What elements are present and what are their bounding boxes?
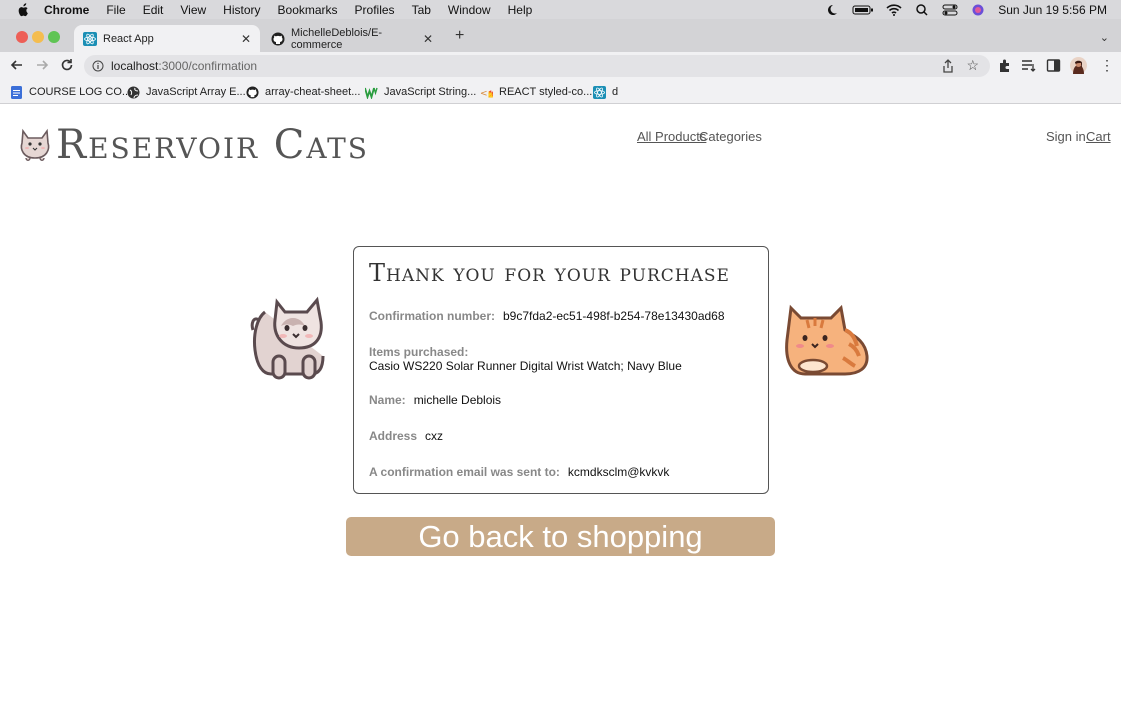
menu-tab[interactable]: Tab — [412, 3, 431, 17]
new-tab-button[interactable]: + — [455, 27, 464, 45]
bookmark-course-log[interactable]: COURSE LOG CO... — [10, 84, 131, 100]
standing-cat-illustration — [250, 296, 325, 380]
menu-history[interactable]: History — [223, 3, 260, 17]
menu-edit[interactable]: Edit — [143, 3, 164, 17]
w3-icon — [365, 87, 378, 99]
side-panel-icon[interactable] — [1046, 58, 1061, 73]
bookmark-label: JavaScript Array E... — [146, 86, 246, 98]
bookmark-label: JavaScript String... — [384, 86, 477, 98]
confirmation-number-label: Confirmation number: — [369, 309, 495, 323]
battery-icon[interactable] — [852, 4, 874, 16]
back-arrow-icon[interactable] — [10, 58, 24, 72]
tab-strip: React App ✕ MichelleDeblois/E-commerce ✕… — [0, 19, 1121, 52]
info-icon[interactable] — [92, 60, 104, 72]
bookmark-js-string[interactable]: JavaScript String... — [365, 84, 476, 100]
items-purchased-label: Items purchased: — [369, 345, 469, 359]
email-row: A confirmation email was sent to: kcmdksc… — [369, 465, 669, 479]
zoom-window-button[interactable] — [48, 31, 60, 43]
styled-icon: <💅 — [480, 88, 493, 99]
nav-sign-in[interactable]: Sign in — [1046, 129, 1086, 144]
moon-icon[interactable] — [824, 4, 840, 16]
nav-cart[interactable]: Cart — [1086, 129, 1111, 144]
github-icon — [246, 85, 259, 99]
confirmation-card: Thank you for your purchase Confirmation… — [353, 246, 769, 494]
confirmation-number-value: b9c7fda2-ec51-498f-b254-78e13430ad68 — [503, 309, 725, 323]
items-purchased-row: Items purchased: Casio WS220 Solar Runne… — [369, 345, 682, 373]
nav-categories[interactable]: Categories — [699, 129, 762, 144]
wifi-icon[interactable] — [886, 3, 902, 16]
menu-view[interactable]: View — [180, 3, 206, 17]
items-purchased-value: Casio WS220 Solar Runner Digital Wrist W… — [369, 359, 682, 373]
bookmarks-bar: COURSE LOG CO... JavaScript Array E... a… — [0, 80, 1121, 104]
minimize-window-button[interactable] — [32, 31, 44, 43]
name-value: michelle Deblois — [413, 393, 502, 407]
url-host: localhost — [111, 59, 159, 73]
site-logo[interactable]: Reservoir Cats — [18, 122, 369, 168]
macos-menu-bar: Chrome File Edit View History Bookmarks … — [0, 0, 1121, 19]
tab-github[interactable]: MichelleDeblois/E-commerce ✕ — [262, 25, 442, 52]
menu-file[interactable]: File — [106, 3, 125, 17]
tab-search-chevron-icon[interactable]: ⌄ — [1100, 31, 1109, 44]
bookmark-d[interactable]: d — [593, 84, 618, 100]
react-icon — [593, 85, 606, 99]
email-label: A confirmation email was sent to: — [369, 465, 560, 479]
doc-icon — [11, 85, 22, 99]
react-icon — [83, 31, 97, 46]
reading-list-icon[interactable] — [1021, 58, 1036, 73]
control-center-icon[interactable] — [942, 4, 958, 16]
bookmark-js-array[interactable]: JavaScript Array E... — [127, 84, 246, 100]
url-path: :3000/confirmation — [158, 59, 258, 73]
menu-profiles[interactable]: Profiles — [355, 3, 395, 17]
svg-text:<💅: <💅 — [480, 88, 493, 99]
name-label: Name: — [369, 393, 406, 407]
bookmark-react-styled[interactable]: <💅 REACT styled-co... — [480, 84, 592, 100]
menu-bookmarks[interactable]: Bookmarks — [278, 3, 338, 17]
tab-label: MichelleDeblois/E-commerce — [291, 26, 383, 51]
close-icon[interactable]: ✕ — [423, 33, 433, 45]
site-title: Reservoir Cats — [56, 122, 369, 168]
kebab-menu-icon[interactable]: ⋮ — [1100, 57, 1115, 73]
close-window-button[interactable] — [16, 31, 28, 43]
address-value: cxz — [425, 429, 444, 443]
apple-icon[interactable] — [16, 2, 30, 17]
bookmark-label: COURSE LOG CO... — [29, 86, 132, 98]
email-value: kcmdksclm@kvkvk — [567, 465, 670, 479]
extensions-puzzle-icon[interactable] — [997, 58, 1012, 73]
browser-toolbar: localhost:3000/confirmation ☆ ⋮ — [0, 52, 1121, 80]
bookmark-label: d — [612, 86, 619, 98]
confirmation-heading: Thank you for your purchase — [369, 259, 730, 287]
name-row: Name: michelle Deblois — [369, 393, 501, 407]
address-bar[interactable]: localhost:3000/confirmation ☆ — [84, 55, 990, 77]
address-row: Address cxz — [369, 429, 443, 443]
nav-all-products[interactable]: All Products — [637, 129, 706, 144]
menu-help[interactable]: Help — [508, 3, 533, 17]
profile-avatar[interactable] — [1070, 57, 1087, 74]
lying-orange-cat-illustration — [785, 304, 869, 376]
close-icon[interactable]: ✕ — [241, 33, 251, 45]
menubar-clock[interactable]: Sun Jun 19 5:56 PM — [998, 3, 1107, 17]
page-content: Reservoir Cats All Products Categories S… — [0, 105, 1121, 701]
siri-icon[interactable] — [970, 4, 986, 16]
search-icon[interactable] — [914, 3, 930, 16]
bookmark-array-cheat-sheet[interactable]: array-cheat-sheet... — [246, 84, 360, 100]
menu-chrome[interactable]: Chrome — [44, 3, 89, 17]
tab-react-app[interactable]: React App ✕ — [74, 25, 260, 52]
globe-icon — [127, 86, 140, 98]
forward-arrow-icon[interactable] — [35, 58, 49, 72]
back-to-shopping-button[interactable]: Go back to shopping — [346, 517, 775, 556]
cat-logo-icon — [20, 128, 50, 161]
address-label: Address — [369, 429, 418, 443]
tab-label: React App — [103, 32, 154, 45]
share-icon[interactable] — [942, 59, 954, 73]
bookmark-star-icon[interactable]: ☆ — [966, 57, 979, 74]
confirmation-number-row: Confirmation number: b9c7fda2-ec51-498f-b… — [369, 309, 725, 323]
github-icon — [271, 32, 285, 45]
bookmark-label: array-cheat-sheet... — [265, 86, 361, 98]
menu-window[interactable]: Window — [448, 3, 491, 17]
bookmark-label: REACT styled-co... — [499, 86, 593, 98]
reload-icon[interactable] — [60, 58, 74, 72]
